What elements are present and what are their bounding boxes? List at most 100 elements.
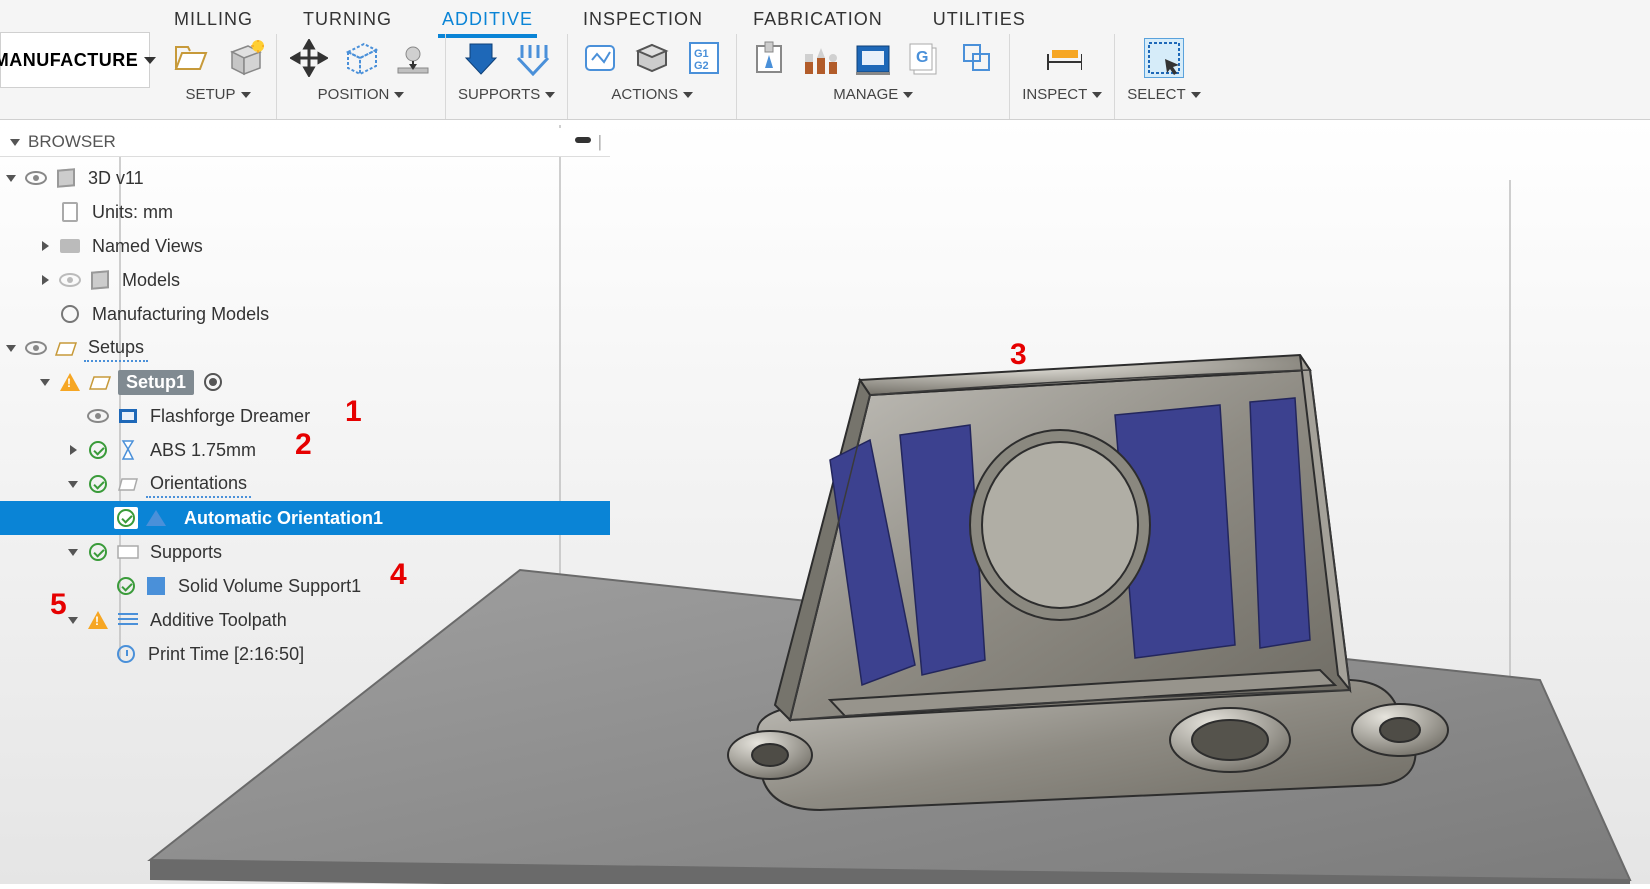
expand-toggle-icon[interactable] [66,445,80,455]
ribbon-label-setup[interactable]: SETUP [185,86,250,103]
svg-text:G1: G1 [694,48,709,60]
expand-toggle-icon[interactable] [66,617,80,624]
component-icon [88,269,112,291]
tree-node-supports-folder[interactable]: Supports [0,535,610,569]
tree-node-root[interactable]: 3D v11 [0,161,610,195]
tree-label: Manufacturing Models [88,302,273,327]
tree-node-solid-support[interactable]: Solid Volume Support1 [0,569,610,603]
svg-text:G: G [916,49,928,66]
menu-tabs: MILLING TURNING ADDITIVE INSPECTION FABR… [170,3,1030,38]
ribbon-label-position[interactable]: POSITION [318,86,405,103]
expand-toggle-icon[interactable] [38,379,52,386]
generate-icon[interactable] [580,38,620,78]
visibility-icon[interactable] [24,337,48,359]
tab-fabrication[interactable]: FABRICATION [749,3,887,38]
tree-node-print-time[interactable]: Print Time [2:16:50] [0,637,610,671]
open-folder-new-icon[interactable] [172,38,212,78]
tree-label: ABS 1.75mm [146,438,260,463]
visibility-icon[interactable] [86,405,110,427]
line-support-icon[interactable] [513,38,553,78]
expand-toggle-icon[interactable] [4,175,18,182]
ok-icon [114,507,138,529]
tree-node-auto-orientation[interactable]: Automatic Orientation1 [0,501,610,535]
ribbon-label-manage[interactable]: MANAGE [833,86,913,103]
tree-node-material[interactable]: ABS 1.75mm [0,433,610,467]
placement-cube-icon[interactable] [341,38,381,78]
document-icon [58,201,82,223]
solid-support-icon[interactable] [461,38,501,78]
ribbon-label-inspect[interactable]: INSPECT [1022,86,1102,103]
browser-display-settings-icon[interactable] [574,132,592,152]
machine-library-icon[interactable] [853,38,893,78]
tree-node-models[interactable]: Models [0,263,610,297]
tree-label: Models [118,268,184,293]
tab-inspection[interactable]: INSPECTION [579,3,707,38]
folder-icon [58,235,82,257]
ribbon-group-supports: SUPPORTS [446,34,568,119]
browser-header[interactable]: BROWSER | [0,128,610,157]
toolpath-icon [116,609,140,631]
ribbon-group-inspect: INSPECT [1010,34,1115,119]
chevron-down-icon [394,92,404,98]
tree-label: Additive Toolpath [146,608,291,633]
expand-toggle-icon[interactable] [4,345,18,352]
tree-node-setups[interactable]: Setups [0,331,610,365]
tab-additive[interactable]: ADDITIVE [438,3,537,38]
place-to-platform-icon[interactable] [393,38,433,78]
tab-utilities[interactable]: UTILITIES [929,3,1030,38]
chevron-down-icon [683,92,693,98]
visibility-icon[interactable] [24,167,48,189]
machine-icon [116,405,140,427]
tree-label: 3D v11 [84,166,148,191]
compare-icon[interactable] [957,38,997,78]
ok-icon [86,541,110,563]
tree-node-additive-toolpath[interactable]: Additive Toolpath [0,603,610,637]
tree-node-manufacturing-models[interactable]: Manufacturing Models [0,297,610,331]
folder-icon [116,473,140,495]
tree-node-named-views[interactable]: Named Views [0,229,610,263]
chevron-down-icon [1092,92,1102,98]
visibility-icon[interactable] [58,269,82,291]
tab-turning[interactable]: TURNING [299,3,396,38]
template-library-icon[interactable]: G [905,38,945,78]
clock-icon [114,643,138,665]
select-tool-icon[interactable] [1144,38,1184,78]
setup-folder-icon [54,337,78,359]
tree-node-units[interactable]: Units: mm [0,195,610,229]
tree-label: Automatic Orientation1 [174,504,393,533]
print-settings-library-icon[interactable] [749,38,789,78]
expand-toggle-icon[interactable] [66,481,80,488]
tree-label: Units: mm [88,200,177,225]
expand-toggle-icon[interactable] [38,241,52,251]
chevron-down-icon [545,92,555,98]
tree-label: Named Views [88,234,207,259]
tab-milling[interactable]: MILLING [170,3,257,38]
post-process-icon[interactable]: G1G2 [684,38,724,78]
svg-text:G2: G2 [694,60,709,72]
warning-icon [86,609,110,631]
measure-icon[interactable] [1042,38,1082,78]
ribbon-group-setup: SETUP [160,34,277,119]
tree-label: Setup1 [118,370,194,395]
move-icon[interactable] [289,38,329,78]
simulate-icon[interactable] [632,38,672,78]
expand-toggle-icon[interactable] [38,275,52,285]
ok-icon [114,575,138,597]
new-setup-icon[interactable] [224,38,264,78]
chevron-down-icon[interactable] [8,139,22,146]
tree-node-setup1[interactable]: Setup1 [0,365,610,399]
ribbon-label-actions[interactable]: ACTIONS [611,86,693,103]
ribbon-group-select: SELECT [1115,34,1212,119]
browser-tree: 3D v11 Units: mm Named Views Models Manu… [0,157,610,671]
active-setup-icon[interactable] [204,373,222,391]
tree-node-orientations[interactable]: Orientations [0,467,610,501]
tool-library-icon[interactable] [801,38,841,78]
expand-toggle-icon[interactable] [66,549,80,556]
tree-node-machine[interactable]: Flashforge Dreamer [0,399,610,433]
workspace-switcher[interactable]: MANUFACTURE [0,32,150,88]
tree-label: Print Time [2:16:50] [144,642,308,667]
gear-icon [58,303,82,325]
ribbon-label-select[interactable]: SELECT [1127,86,1200,103]
browser-panel: BROWSER | 3D v11 Units: mm Named Views [0,128,610,671]
ribbon-label-supports[interactable]: SUPPORTS [458,86,555,103]
